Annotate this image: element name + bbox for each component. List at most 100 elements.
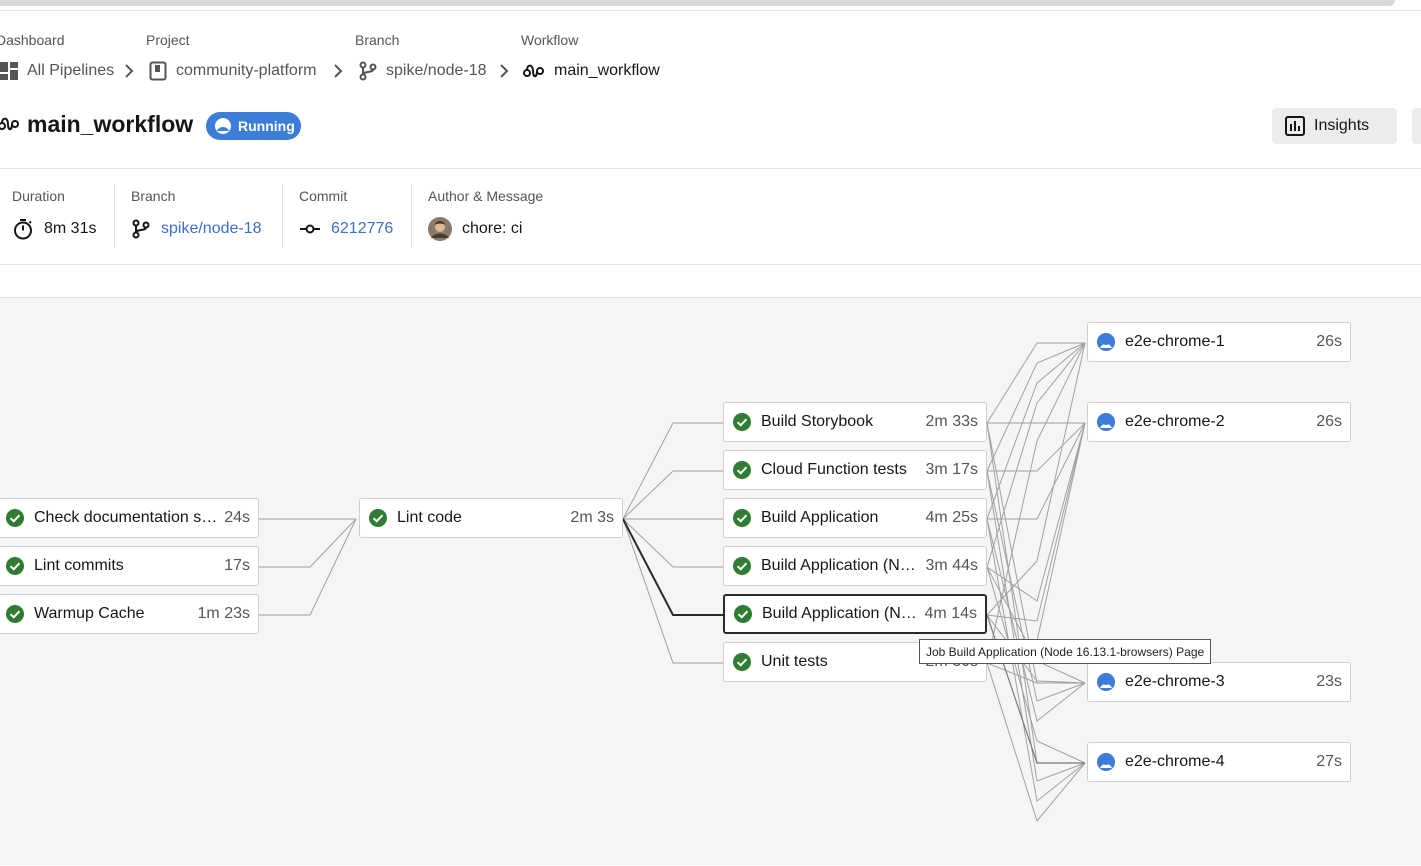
branch-label: Branch <box>131 188 176 204</box>
job-build-application-node-a[interactable]: Build Application (No... 3m 44s <box>723 546 987 586</box>
success-check-icon <box>733 461 751 479</box>
duration-label: Duration <box>12 188 65 204</box>
success-check-icon <box>733 653 751 671</box>
commit-icon <box>300 224 320 234</box>
job-name: Unit tests <box>761 653 828 670</box>
job-duration: 17s <box>224 557 250 574</box>
running-icon <box>215 118 231 134</box>
breadcrumb-workflow[interactable]: main_workflow <box>523 60 660 82</box>
success-check-icon <box>6 605 24 623</box>
job-duration: 3m 17s <box>925 461 978 478</box>
repository-icon <box>149 61 167 81</box>
job-name: Cloud Function tests <box>761 461 907 478</box>
job-name: e2e-chrome-2 <box>1125 413 1225 430</box>
workflow-icon <box>0 117 19 131</box>
meta-separator <box>282 184 283 248</box>
success-check-icon <box>734 605 752 623</box>
job-duration: 26s <box>1316 413 1342 430</box>
job-duration: 2m 3s <box>570 509 614 526</box>
author-label: Author & Message <box>428 188 544 204</box>
workflow-icon <box>523 64 544 78</box>
breadcrumb-label-branch: Branch <box>355 32 400 48</box>
job-build-storybook[interactable]: Build Storybook 2m 33s <box>723 402 987 442</box>
job-name: e2e-chrome-3 <box>1125 673 1225 690</box>
commit-label: Commit <box>299 188 348 204</box>
running-icon <box>1097 413 1115 431</box>
header-divider <box>0 168 1421 169</box>
job-duration: 24s <box>224 509 250 526</box>
job-e2e-chrome-2[interactable]: e2e-chrome-2 26s <box>1087 402 1351 442</box>
job-name: Build Application (No... <box>761 557 920 574</box>
more-actions-button[interactable] <box>1412 108 1421 144</box>
job-name: Lint code <box>397 509 462 526</box>
job-name: e2e-chrome-4 <box>1125 753 1225 770</box>
page-title: main_workflow <box>27 111 194 137</box>
job-name: Build Application (No... <box>762 605 919 622</box>
dashboard-icon <box>0 62 18 80</box>
job-name: Build Application <box>761 509 879 526</box>
breadcrumb-label-workflow: Workflow <box>521 32 579 48</box>
chevron-right-icon <box>500 64 509 78</box>
job-e2e-chrome-1[interactable]: e2e-chrome-1 26s <box>1087 322 1351 362</box>
breadcrumb-branch-label: spike/node-18 <box>386 62 487 79</box>
breadcrumb-workflow-label: main_workflow <box>554 62 660 79</box>
running-icon <box>1097 753 1115 771</box>
job-e2e-chrome-4[interactable]: e2e-chrome-4 27s <box>1087 742 1351 782</box>
running-icon <box>1097 333 1115 351</box>
job-build-application-node-b[interactable]: Build Application (No... 4m 14s <box>723 594 987 634</box>
job-name: Build Storybook <box>761 413 874 430</box>
insights-button[interactable]: Insights <box>1272 108 1397 144</box>
job-name: Warmup Cache <box>34 605 145 622</box>
chevron-right-icon <box>125 64 134 78</box>
meta-separator <box>411 184 412 248</box>
job-duration: 26s <box>1316 333 1342 350</box>
job-warmup-cache[interactable]: Warmup Cache 1m 23s <box>0 594 259 634</box>
success-check-icon <box>733 509 751 527</box>
breadcrumb-project[interactable]: community-platform <box>149 60 316 82</box>
job-e2e-chrome-3[interactable]: e2e-chrome-3 23s <box>1087 662 1351 702</box>
job-check-documentation[interactable]: Check documentation sp... 24s <box>0 498 259 538</box>
running-icon <box>1097 673 1115 691</box>
job-cloud-function-tests[interactable]: Cloud Function tests 3m 17s <box>723 450 987 490</box>
success-check-icon <box>369 509 387 527</box>
job-duration: 4m 25s <box>925 509 978 526</box>
avatar[interactable] <box>428 217 452 241</box>
branch-value: spike/node-18 <box>131 218 262 240</box>
job-lint-code[interactable]: Lint code 2m 3s <box>359 498 623 538</box>
branch-icon <box>359 61 377 81</box>
branch-link[interactable]: spike/node-18 <box>161 220 262 238</box>
commit-message: chore: ci <box>462 220 523 237</box>
job-name: Check documentation sp... <box>34 509 219 526</box>
job-name: e2e-chrome-1 <box>1125 333 1225 350</box>
horizontal-scrollbar[interactable] <box>0 0 1395 6</box>
chevron-right-icon <box>334 64 343 78</box>
breadcrumb-project-label: community-platform <box>176 62 317 79</box>
job-duration: 2m 33s <box>925 413 978 430</box>
breadcrumb-all-pipelines-label: All Pipelines <box>27 62 115 79</box>
bar-chart-icon <box>1285 116 1305 136</box>
breadcrumb-label-dashboard: Dashboard <box>0 32 65 48</box>
job-build-application[interactable]: Build Application 4m 25s <box>723 498 987 538</box>
breadcrumb-label-project: Project <box>146 32 190 48</box>
breadcrumb-all-pipelines[interactable]: All Pipelines <box>0 60 114 82</box>
success-check-icon <box>6 557 24 575</box>
status-badge: Running <box>206 112 301 140</box>
status-badge-label: Running <box>238 118 295 134</box>
duration-value: 8m 31s <box>12 218 96 240</box>
insights-button-label: Insights <box>1314 117 1370 134</box>
job-duration: 27s <box>1316 753 1342 770</box>
job-duration: 3m 44s <box>925 557 978 574</box>
commit-link[interactable]: 6212776 <box>331 220 393 238</box>
job-lint-commits[interactable]: Lint commits 17s <box>0 546 259 586</box>
breadcrumb-branch[interactable]: spike/node-18 <box>359 60 487 82</box>
stopwatch-icon <box>14 219 32 240</box>
job-duration: 23s <box>1316 673 1342 690</box>
author-value: chore: ci <box>428 217 523 241</box>
job-duration: 1m 23s <box>197 605 250 622</box>
branch-icon <box>132 219 150 239</box>
meta-divider <box>0 264 1421 265</box>
meta-separator <box>114 184 115 248</box>
job-duration: 4m 14s <box>924 605 977 622</box>
duration-text: 8m 31s <box>44 220 97 237</box>
success-check-icon <box>733 413 751 431</box>
